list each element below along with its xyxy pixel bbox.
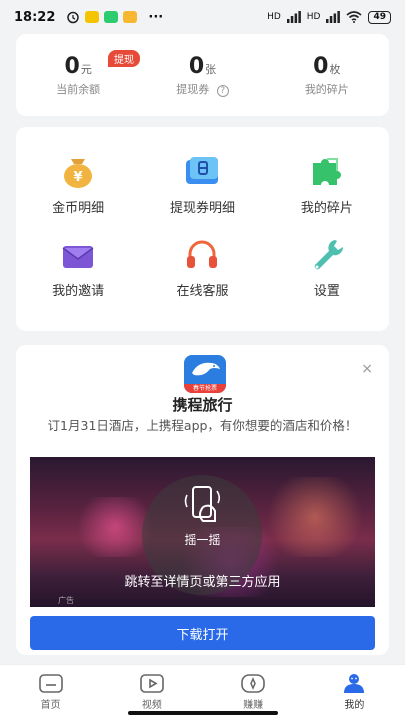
menu-item-label: 设置 <box>313 284 340 299</box>
fragments-label: 我的碎片 <box>304 82 349 96</box>
feature-menu: ¥ 金币明细 提现券明细 我的碎片 我的邀请 在线客服 设置 <box>16 127 389 331</box>
menu-item-settings[interactable]: 设置 <box>265 234 389 317</box>
menu-item-label: 在线客服 <box>176 284 229 299</box>
network-label: HD <box>306 12 321 22</box>
envelope-icon <box>62 246 94 268</box>
dolphin-icon <box>192 362 220 376</box>
wifi-icon <box>346 11 362 23</box>
menu-item-voucher-details[interactable]: 提现券明细 <box>140 151 264 234</box>
balance-unit: 元 <box>80 62 92 76</box>
balance-stat[interactable]: 0 元 当前余额 提现 <box>16 34 140 116</box>
headphones-icon <box>187 240 218 268</box>
fragments-stat[interactable]: 0 枚 我的碎片 <box>265 34 389 116</box>
signal-icon <box>286 11 301 23</box>
status-bar: 18:22 ··· HD HD 49 <box>0 0 405 34</box>
tab-label: 我的 <box>344 700 365 711</box>
network-label: HD <box>267 12 281 22</box>
ad-video[interactable]: 摇一摇 跳转至详情页或第三方应用 广告 <box>30 457 375 607</box>
ad-mark: 广告 <box>58 596 74 605</box>
menu-item-my-invites[interactable]: 我的邀请 <box>16 234 140 317</box>
menu-item-label: 我的碎片 <box>300 201 353 216</box>
balance-value: 0 <box>64 53 80 79</box>
signal-icon <box>326 11 341 23</box>
tab-label: 赚赚 <box>243 700 264 711</box>
video-icon <box>140 674 164 693</box>
puzzle-icon <box>312 158 341 185</box>
tab-profile[interactable]: 我的 <box>304 665 405 720</box>
jump-hint: 跳转至详情页或第三方应用 <box>124 575 281 590</box>
ad-card: × 春节抢票 携程旅行 订1月31日酒店，上携程app，有你想要的酒店和价格！ … <box>16 345 389 655</box>
ad-description: 订1月31日酒店，上携程app，有你想要的酒店和价格！ <box>47 418 358 433</box>
tab-label: 视频 <box>141 700 162 711</box>
wallet-stats-card: 0 元 当前余额 提现 0 张 提现券 ? 0 枚 我的碎片 <box>16 34 389 116</box>
tab-label: 首页 <box>40 700 61 711</box>
menu-item-label: 我的邀请 <box>52 284 105 299</box>
help-icon[interactable]: ? <box>216 84 229 97</box>
voucher-stat[interactable]: 0 张 提现券 ? <box>140 34 264 116</box>
home-indicator <box>128 711 278 715</box>
app-notification-icon <box>104 11 119 23</box>
alarm-icon <box>67 11 80 24</box>
ad-title: 携程旅行 <box>172 396 233 414</box>
app-notification-icon <box>85 11 100 23</box>
status-time: 18:22 <box>14 9 56 25</box>
home-icon <box>38 674 63 693</box>
app-notification-icon <box>123 11 138 23</box>
earn-icon <box>241 674 265 693</box>
menu-item-my-fragments[interactable]: 我的碎片 <box>265 151 389 234</box>
voucher-label: 提现券 <box>176 82 210 96</box>
menu-item-label: 金币明细 <box>52 201 105 216</box>
wrench-icon <box>314 240 343 270</box>
fragments-unit: 枚 <box>329 62 341 76</box>
tab-home[interactable]: 首页 <box>0 665 101 720</box>
download-open-button[interactable]: 下载打开 <box>30 616 375 650</box>
battery-icon: 49 <box>368 10 391 24</box>
ad-logo: 春节抢票 <box>184 355 226 393</box>
voucher-icon <box>186 157 219 184</box>
voucher-unit: 张 <box>205 62 217 76</box>
voucher-value: 0 <box>188 53 205 79</box>
svg-text:¥: ¥ <box>74 170 83 185</box>
shake-phone-icon <box>184 486 221 522</box>
withdraw-tag[interactable]: 提现 <box>108 50 140 67</box>
fragments-value: 0 <box>313 53 329 79</box>
shake-label: 摇一摇 <box>184 533 221 547</box>
ad-logo-badge: 春节抢票 <box>184 384 226 393</box>
menu-item-online-support[interactable]: 在线客服 <box>140 234 264 317</box>
profile-icon <box>344 674 365 693</box>
menu-item-label: 提现券明细 <box>169 201 235 216</box>
menu-item-coin-details[interactable]: ¥ 金币明细 <box>16 151 140 234</box>
voucher-label-row: 提现券 ? <box>176 81 229 97</box>
close-icon[interactable]: × <box>361 361 373 377</box>
balance-label: 当前余额 <box>56 82 101 96</box>
money-bag-icon: ¥ <box>64 159 93 188</box>
more-notifications: ··· <box>148 9 164 25</box>
